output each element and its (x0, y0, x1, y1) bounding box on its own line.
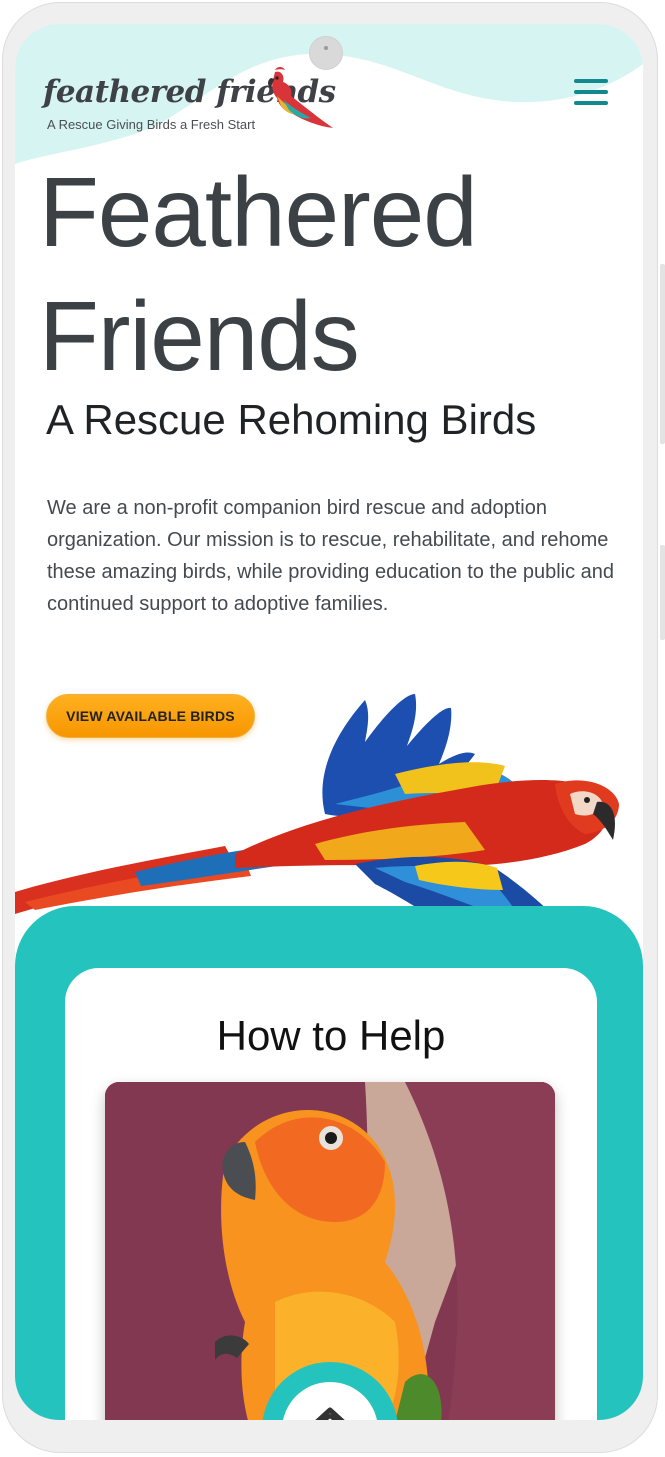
hero-subtitle: A Rescue Rehoming Birds (46, 396, 537, 443)
how-to-help-card: How to Help (65, 968, 597, 1420)
logo-tagline: A Rescue Giving Birds a Fresh Start (47, 117, 256, 132)
home-icon (315, 1407, 345, 1420)
hero-description: We are a non-profit companion bird rescu… (47, 497, 615, 615)
front-camera (309, 36, 343, 70)
how-to-help-title: How to Help (216, 1012, 446, 1059)
home-button-inner (282, 1382, 378, 1420)
view-available-birds-button[interactable]: VIEW AVAILABLE BIRDS (46, 694, 255, 738)
phone-side-button (660, 545, 665, 640)
screen: feathered friends A Rescue Giving Birds … (15, 24, 643, 1420)
hamburger-menu-icon[interactable] (572, 75, 610, 109)
phone-side-button (660, 264, 665, 444)
phone-mockup: feathered friends A Rescue Giving Birds … (0, 0, 665, 1457)
parrot-logo-icon (268, 67, 333, 128)
how-to-help-section: How to Help (15, 906, 643, 1420)
site-logo[interactable]: feathered friends A Rescue Giving Birds … (43, 66, 336, 146)
hero-title: Feathered Friends (39, 157, 478, 391)
